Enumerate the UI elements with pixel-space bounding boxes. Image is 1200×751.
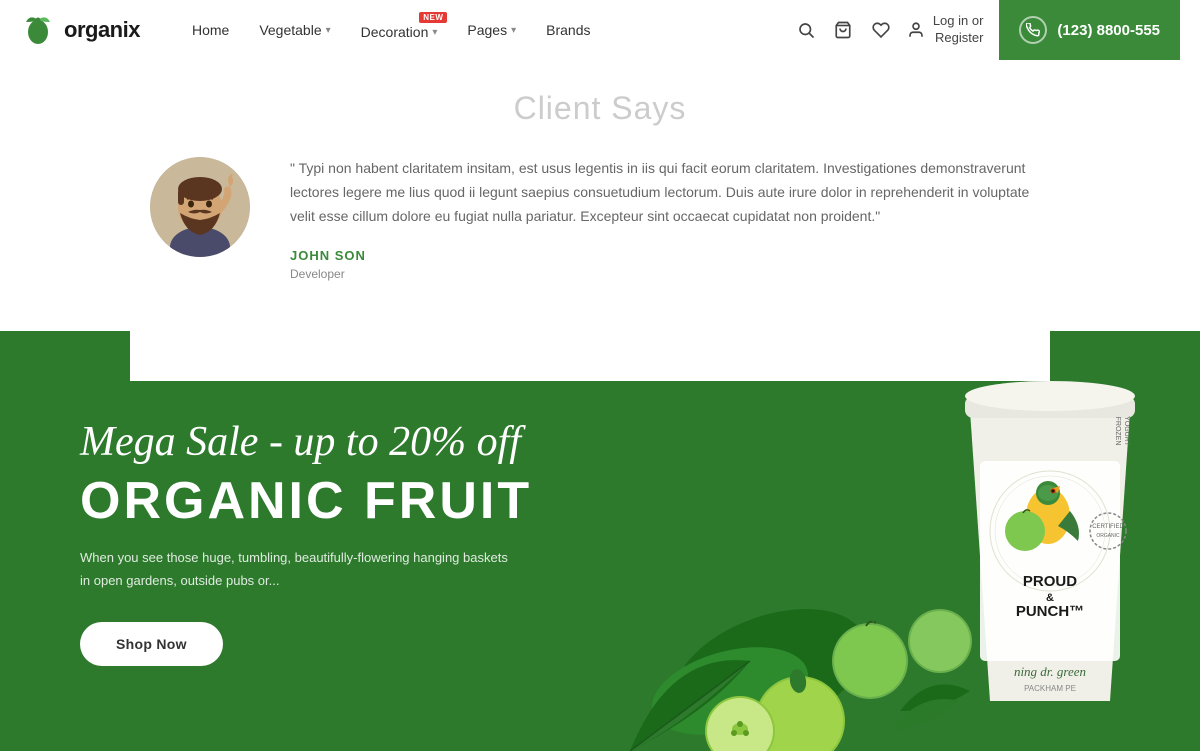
shop-now-button[interactable]: Shop Now bbox=[80, 622, 223, 666]
svg-text:CERTIFIED: CERTIFIED bbox=[1092, 524, 1124, 530]
chevron-down-icon-3: ▾ bbox=[511, 25, 516, 36]
header: organix Home Vegetable ▾ NEW Decoration … bbox=[0, 0, 1200, 60]
phone-number: (123) 8800-555 bbox=[1057, 22, 1160, 39]
promo-title: ORGANIC FRUIT bbox=[80, 475, 532, 527]
testimonial-author-name: JOHN SON bbox=[290, 248, 1050, 263]
nav-item-pages[interactable]: Pages ▾ bbox=[455, 16, 528, 44]
svg-text:YOGURT: YOGURT bbox=[1123, 416, 1130, 447]
avatar-container bbox=[150, 157, 250, 257]
header-icons bbox=[797, 21, 891, 39]
login-text: Log in or Register bbox=[933, 13, 984, 47]
search-icon[interactable] bbox=[797, 21, 815, 39]
nav-badge-new: NEW bbox=[419, 12, 447, 23]
svg-text:ORGANIC: ORGANIC bbox=[1096, 533, 1120, 539]
section-title: Client Says bbox=[80, 90, 1120, 127]
user-icon bbox=[907, 21, 925, 39]
testimonial: " Typi non habent claritatem insitam, es… bbox=[150, 157, 1050, 281]
nav-item-vegetable[interactable]: Vegetable ▾ bbox=[247, 16, 342, 44]
wishlist-icon[interactable] bbox=[871, 21, 891, 39]
svg-text:ning dr. green: ning dr. green bbox=[1014, 664, 1086, 679]
svg-text:PUNCH™: PUNCH™ bbox=[1016, 603, 1084, 620]
promo-sale-text: Mega Sale - up to 20% off bbox=[80, 417, 532, 467]
client-says-section: Client Says bbox=[0, 60, 1200, 331]
phone-icon bbox=[1019, 16, 1047, 44]
chevron-down-icon: ▾ bbox=[326, 25, 331, 36]
avatar bbox=[150, 157, 250, 257]
nav-item-decoration[interactable]: NEW Decoration ▾ bbox=[349, 14, 450, 46]
avatar-image bbox=[150, 157, 250, 257]
promo-description: When you see those huge, tumbling, beaut… bbox=[80, 547, 510, 591]
logo-text: organix bbox=[64, 17, 140, 43]
testimonial-text: " Typi non habent claritatem insitam, es… bbox=[290, 157, 1050, 228]
nav-item-brands[interactable]: Brands bbox=[534, 16, 602, 44]
logo-icon bbox=[20, 12, 56, 48]
promo-content: Mega Sale - up to 20% off ORGANIC FRUIT … bbox=[0, 357, 612, 726]
svg-text:PACKHAM PE: PACKHAM PE bbox=[1024, 684, 1076, 693]
product-illustration: PROUD & PUNCH™ FROZEN YOGURT CERTIFIED O… bbox=[550, 331, 1200, 751]
testimonial-author-role: Developer bbox=[290, 267, 1050, 281]
promo-product: PROUD & PUNCH™ FROZEN YOGURT CERTIFIED O… bbox=[550, 331, 1200, 751]
testimonial-content: " Typi non habent claritatem insitam, es… bbox=[290, 157, 1050, 281]
main-nav: Home Vegetable ▾ NEW Decoration ▾ Pages … bbox=[180, 14, 797, 46]
svg-text:FROZEN: FROZEN bbox=[1114, 417, 1121, 446]
chevron-down-icon-2: ▾ bbox=[432, 27, 437, 38]
cart-icon[interactable] bbox=[833, 21, 853, 39]
login-area[interactable]: Log in or Register bbox=[907, 13, 984, 47]
promo-section: Mega Sale - up to 20% off ORGANIC FRUIT … bbox=[0, 331, 1200, 751]
logo[interactable]: organix bbox=[20, 12, 140, 48]
nav-item-home[interactable]: Home bbox=[180, 16, 241, 44]
svg-text:PROUD: PROUD bbox=[1023, 573, 1077, 590]
phone-button[interactable]: (123) 8800-555 bbox=[999, 0, 1180, 60]
